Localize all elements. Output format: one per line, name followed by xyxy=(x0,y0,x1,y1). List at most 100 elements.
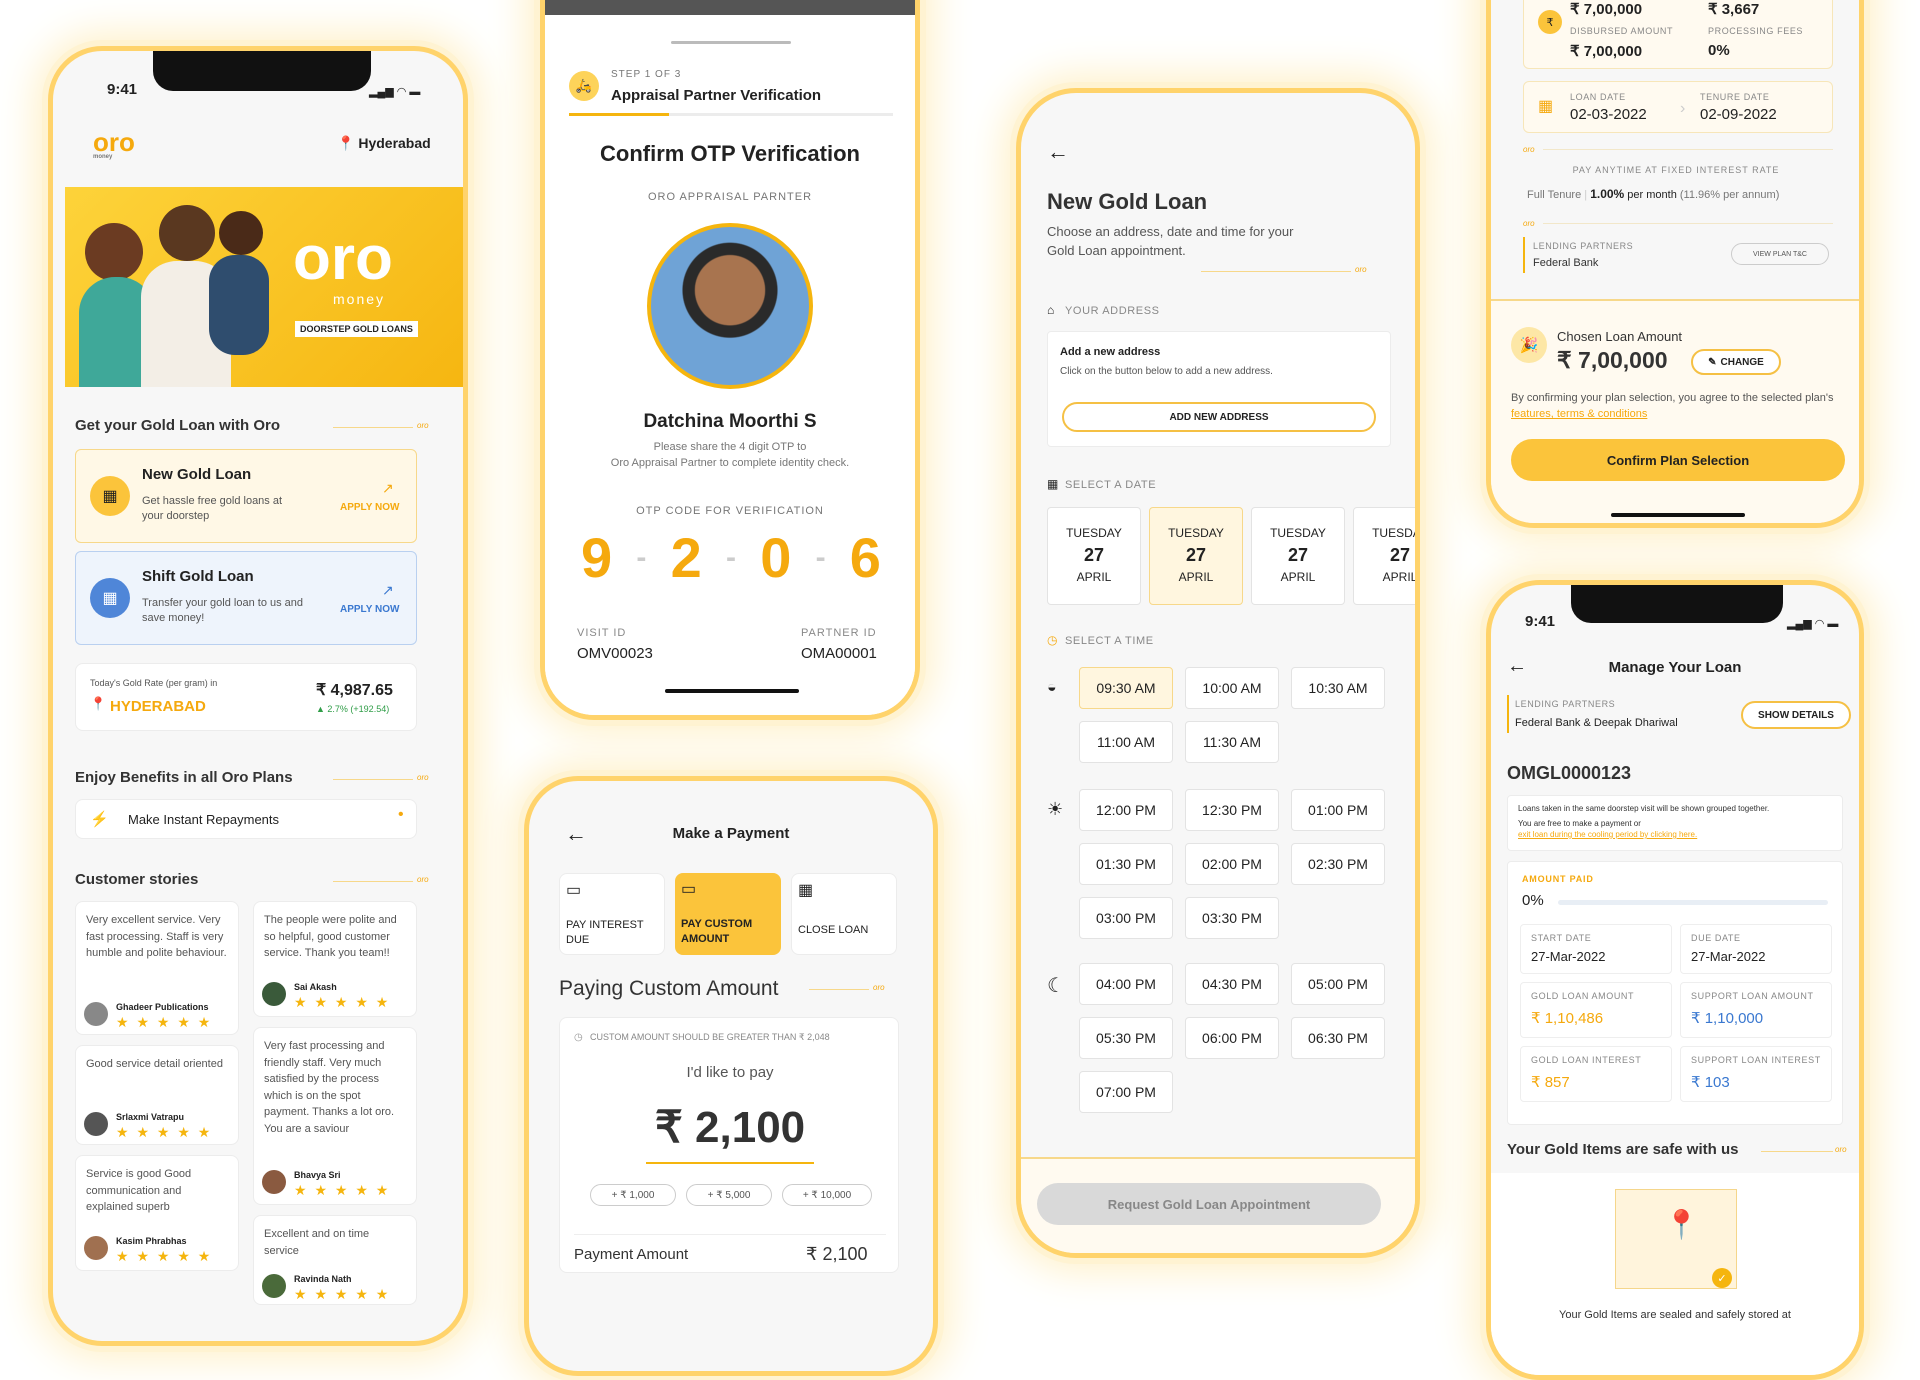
oro-tag: oro xyxy=(1523,219,1535,228)
sunrise-icon: ◒ xyxy=(1047,679,1057,696)
divider xyxy=(333,427,413,428)
rate-annum: (11.96% per annum) xyxy=(1679,189,1780,201)
disbursed-label: DISBURSED AMOUNT xyxy=(1570,26,1674,36)
time-slot[interactable]: 12:30 PM xyxy=(1185,789,1279,831)
flash-icon: ⚡ xyxy=(90,811,109,828)
time-slot[interactable]: 10:00 AM xyxy=(1185,667,1279,709)
gold-loan-icon: ▦ xyxy=(90,476,130,516)
full-tenure-label: Full Tenure xyxy=(1527,189,1582,201)
notch xyxy=(1571,585,1783,623)
hero-banner[interactable]: oro money DOORSTEP GOLD LOANS xyxy=(65,187,463,387)
pay-custom-option[interactable]: ▭ PAY CUSTOM AMOUNT xyxy=(675,873,781,955)
exit-loan-link[interactable]: exit loan during the cooling period by c… xyxy=(1518,830,1832,839)
date-option[interactable]: TUESDAY 27 APRIL xyxy=(1047,507,1141,605)
add-5000-chip[interactable]: + ₹ 5,000 xyxy=(686,1184,772,1206)
story-text: Excellent and on time service xyxy=(264,1228,370,1257)
location-pin-icon: 📍 xyxy=(90,696,107,711)
date-option[interactable]: TUESDAY 27 APRIL xyxy=(1353,507,1415,605)
otp-label: OTP CODE FOR VERIFICATION xyxy=(636,505,824,517)
page-desc: Choose an address, date and time for you… xyxy=(1047,224,1294,258)
wallet-icon: ▭ xyxy=(681,881,697,898)
divider xyxy=(809,989,869,990)
rating-stars: ★ ★ ★ ★ ★ xyxy=(294,1286,391,1302)
date-num: 27 xyxy=(1287,545,1309,566)
change-amount-button[interactable]: ✎ CHANGE xyxy=(1691,349,1781,375)
pay-interest-option[interactable]: ▭ PAY INTEREST DUE xyxy=(559,873,665,955)
time-slot[interactable]: 06:30 PM xyxy=(1291,1017,1385,1059)
time-slot[interactable]: 01:00 PM xyxy=(1291,789,1385,831)
address-label: YOUR ADDRESS xyxy=(1065,305,1160,317)
time-slot[interactable]: 04:00 PM xyxy=(1079,963,1173,1005)
date-option[interactable]: TUESDAY 27 APRIL xyxy=(1251,507,1345,605)
oro-tag: oro xyxy=(873,983,885,992)
lending-label: LENDING PARTNERS xyxy=(1515,699,1616,709)
gold-amount-label: GOLD LOAN AMOUNT xyxy=(1531,991,1635,1001)
home-screen: 9:41 ▂▄▆ ◠ ▬ oro money 📍 Hyderabad oro mo… xyxy=(48,46,468,1346)
otp-digit: 0 xyxy=(760,526,792,589)
interest-rate: 1.00% xyxy=(1590,187,1625,201)
terms-link[interactable]: features, terms & conditions xyxy=(1511,408,1647,420)
partner-id: OMA00001 xyxy=(801,645,877,662)
divider xyxy=(574,1234,886,1235)
show-details-button[interactable]: SHOW DETAILS xyxy=(1741,701,1851,729)
time-slot[interactable]: 07:00 PM xyxy=(1079,1071,1173,1113)
new-loan-title: New Gold Loan xyxy=(142,466,252,483)
benefit-item[interactable]: ⚡ Make Instant Repayments • xyxy=(75,799,417,839)
time-slot-selected[interactable]: 09:30 AM xyxy=(1079,667,1173,709)
section-stories-title: Customer stories xyxy=(75,871,199,888)
time-slot[interactable]: 02:30 PM xyxy=(1291,843,1385,885)
oro-tag: oro xyxy=(1355,265,1367,274)
partner-id-label: PARTNER ID xyxy=(801,627,877,639)
time-slot[interactable]: 11:30 AM xyxy=(1185,721,1279,763)
date-month: APRIL xyxy=(1076,570,1112,585)
request-appointment-button[interactable]: Request Gold Loan Appointment xyxy=(1037,1183,1381,1225)
time-slot[interactable]: 03:30 PM xyxy=(1185,897,1279,939)
avatar xyxy=(84,1112,108,1136)
clock-icon: ◷ xyxy=(1047,633,1058,647)
date-num: 27 xyxy=(1083,545,1105,566)
back-arrow-icon[interactable]: ← xyxy=(1047,139,1069,165)
time-slot[interactable]: 11:00 AM xyxy=(1079,721,1173,763)
amount-input[interactable]: ₹ 2,100 xyxy=(560,1102,900,1153)
time-slot[interactable]: 02:00 PM xyxy=(1185,843,1279,885)
shift-gold-loan-card[interactable]: ▦ Shift Gold Loan Transfer your gold loa… xyxy=(75,551,417,645)
lending-label: LENDING PARTNERS xyxy=(1533,241,1634,251)
rating-stars: ★ ★ ★ ★ ★ xyxy=(294,1182,391,1198)
date-option-selected[interactable]: TUESDAY 27 APRIL xyxy=(1149,507,1243,605)
story-name: Sai Akash xyxy=(294,982,337,992)
time-slot[interactable]: 05:30 PM xyxy=(1079,1017,1173,1059)
add-1000-chip[interactable]: + ₹ 1,000 xyxy=(590,1184,676,1206)
shift-loan-icon: ▦ xyxy=(90,578,130,618)
time-slot[interactable]: 10:30 AM xyxy=(1291,667,1385,709)
add-address-button[interactable]: ADD NEW ADDRESS xyxy=(1062,402,1376,432)
add-10000-chip[interactable]: + ₹ 10,000 xyxy=(782,1184,872,1206)
sheet-top xyxy=(545,0,915,15)
time-slot[interactable]: 06:00 PM xyxy=(1185,1017,1279,1059)
location-selector[interactable]: 📍 Hyderabad xyxy=(337,135,431,152)
shift-loan-apply[interactable]: APPLY NOW xyxy=(340,604,399,615)
divider xyxy=(333,881,413,882)
confirm-plan-button[interactable]: Confirm Plan Selection xyxy=(1511,439,1845,481)
time-slot[interactable]: 03:00 PM xyxy=(1079,897,1173,939)
new-gold-loan-card[interactable]: ▦ New Gold Loan Get hassle free gold loa… xyxy=(75,449,417,543)
close-loan-option[interactable]: ▦ CLOSE LOAN xyxy=(791,873,897,955)
time-slot[interactable]: 04:30 PM xyxy=(1185,963,1279,1005)
rate-suffix: per month xyxy=(1627,189,1677,201)
time-slot[interactable]: 12:00 PM xyxy=(1079,789,1173,831)
view-plan-button[interactable]: VIEW PLAN T&C xyxy=(1731,243,1829,265)
time-slot[interactable]: 05:00 PM xyxy=(1291,963,1385,1005)
time-slot[interactable]: 01:30 PM xyxy=(1079,843,1173,885)
new-loan-desc: Get hassle free gold loans at your doors… xyxy=(142,495,283,523)
banner-brand: oro xyxy=(293,224,393,293)
custom-amount-card: ◷ CUSTOM AMOUNT SHOULD BE GREATER THAN ₹… xyxy=(559,1017,899,1273)
add-address-desc: Click on the button below to add a new a… xyxy=(1060,366,1273,377)
disbursed-value: ₹ 7,00,000 xyxy=(1570,43,1643,60)
map-illustration: 📍 ✓ xyxy=(1615,1189,1737,1289)
support-interest-box: SUPPORT LOAN INTEREST ₹ 103 xyxy=(1680,1046,1832,1102)
story-name: Ravinda Nath xyxy=(294,1274,352,1284)
rupee-coin-icon: ₹ xyxy=(1538,10,1562,34)
new-loan-apply[interactable]: APPLY NOW xyxy=(340,502,399,513)
date-day: TUESDAY xyxy=(1168,526,1224,540)
agree-line-1: By confirming your plan selection, you a… xyxy=(1511,392,1803,404)
otp-digit: 9 xyxy=(581,526,613,589)
